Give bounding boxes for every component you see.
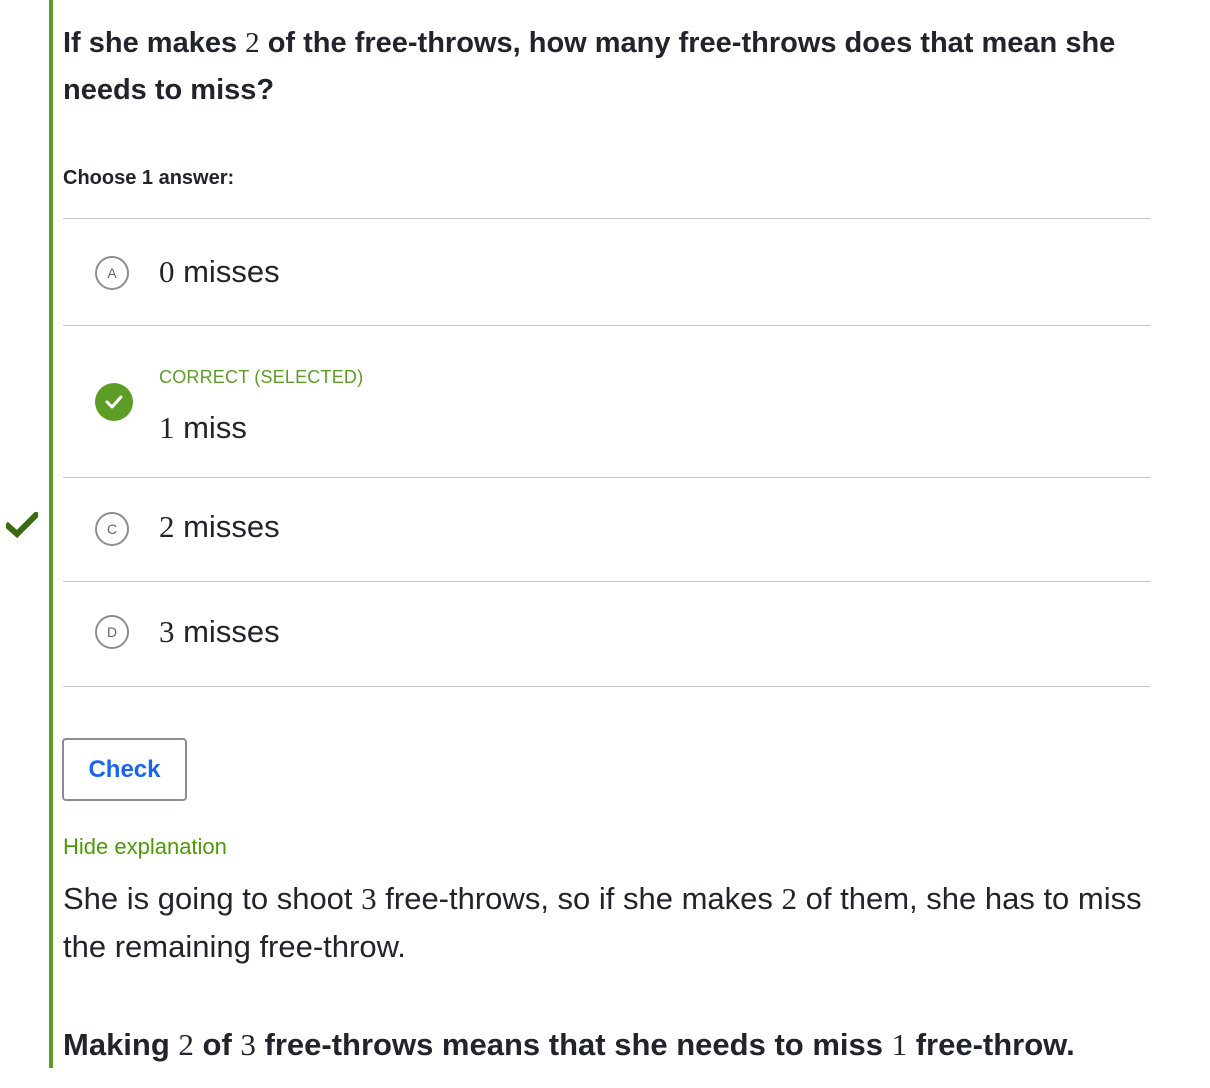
hide-explanation-link[interactable]: Hide explanation xyxy=(63,834,227,860)
check-button[interactable]: Check xyxy=(62,738,187,801)
choice-d[interactable]: D 3 misses xyxy=(63,582,1150,687)
choice-label: 1 miss xyxy=(159,410,247,445)
checkmark-icon xyxy=(6,512,38,538)
exercise-left-border xyxy=(49,0,53,1068)
answer-choices: A 0 misses CORRECT (SELECTED) 1 miss C 2… xyxy=(63,218,1150,687)
explanation-text: She is going to shoot 3 free-throws, so … xyxy=(63,881,1142,964)
choice-letter-d: D xyxy=(95,615,129,649)
choice-label: 2 misses xyxy=(159,509,280,544)
choice-a[interactable]: A 0 misses xyxy=(63,219,1150,326)
choice-label: 0 misses xyxy=(159,254,280,289)
check-circle-icon xyxy=(95,383,133,421)
choose-prompt: Choose 1 answer: xyxy=(63,167,235,189)
choice-letter-a: A xyxy=(95,256,129,290)
choice-b[interactable]: CORRECT (SELECTED) 1 miss xyxy=(63,326,1150,478)
correct-status: CORRECT (SELECTED) xyxy=(159,367,364,387)
choice-c[interactable]: C 2 misses xyxy=(63,478,1150,582)
choice-letter-c: C xyxy=(95,512,129,546)
choice-label: 3 misses xyxy=(159,614,280,649)
conclusion-text: Making 2 of 3 free-throws means that she… xyxy=(63,1027,1075,1062)
question-text: If she makes 2 of the free-throws, how m… xyxy=(63,27,1116,106)
